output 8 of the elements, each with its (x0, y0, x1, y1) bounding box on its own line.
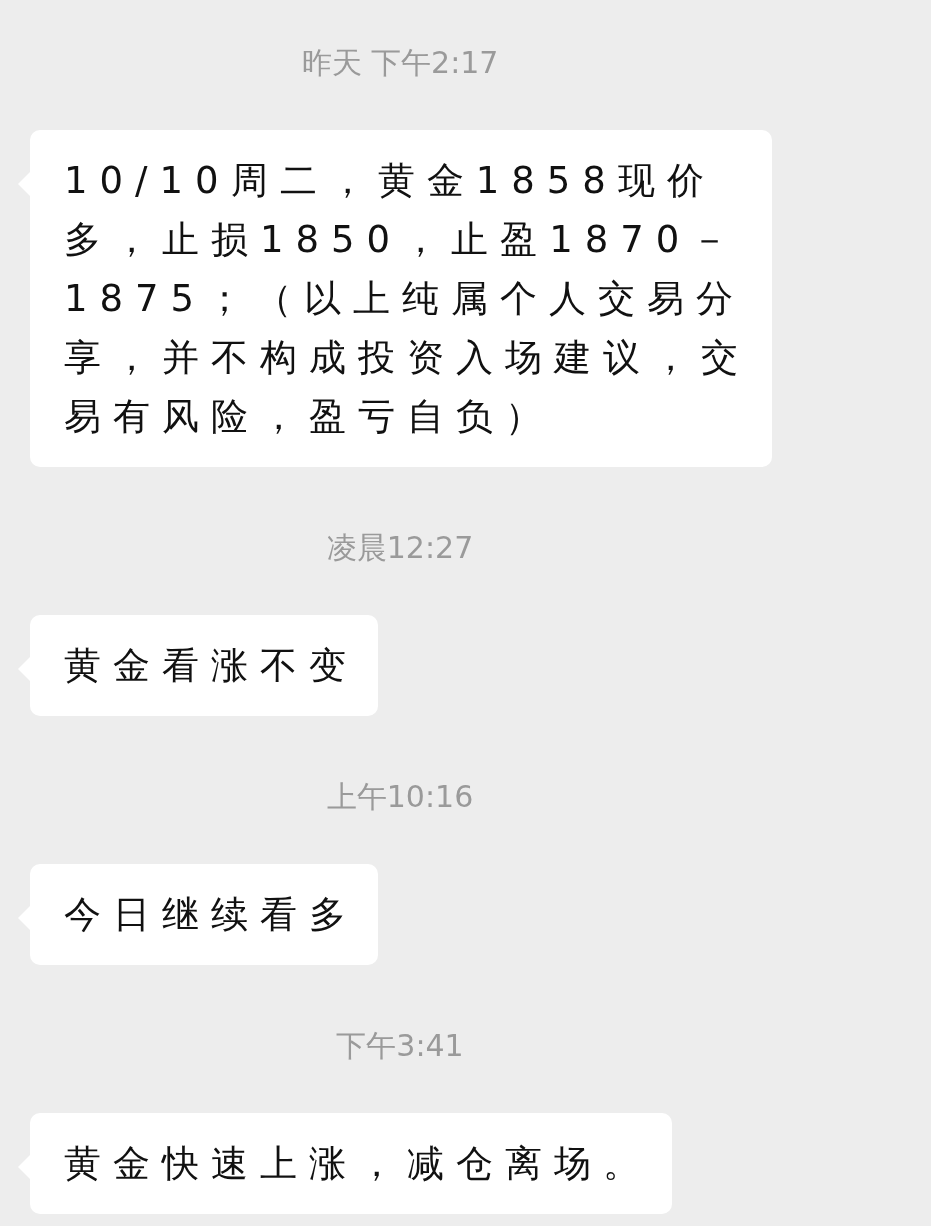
message-timestamp: 凌晨12:27 (326, 529, 474, 567)
message-bubble[interactable]: 黄金快速上涨，减仓离场。 (30, 1113, 672, 1214)
message-bubble[interactable]: 10/10周二，黄金1858现价多，止损1850，止盈1870－1875；（以上纯属个人交易分享，并不构成投资入场建议，交易有风险，盈亏自负） (30, 130, 772, 467)
message-timestamp: 上午10:16 (326, 778, 474, 816)
message-timestamp: 下午3:41 (336, 1027, 464, 1065)
message-bubble[interactable]: 黄金看涨不变 (30, 615, 378, 716)
message-bubble[interactable]: 今日继续看多 (30, 864, 378, 965)
message-timestamp: 昨天 下午2:17 (301, 44, 499, 82)
